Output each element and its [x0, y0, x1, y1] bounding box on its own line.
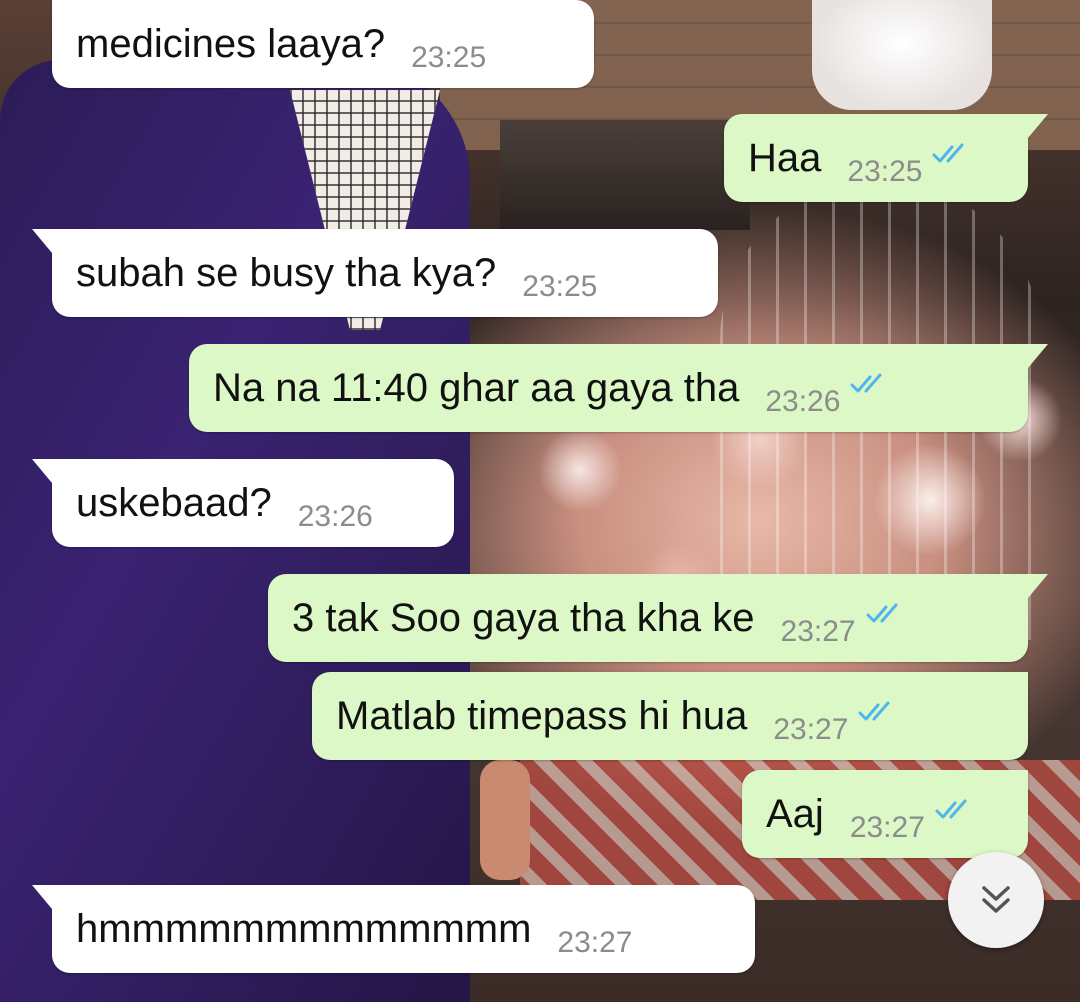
message-time: 23:27 [849, 811, 925, 844]
message-time: 23:26 [297, 500, 373, 533]
scroll-to-bottom-button[interactable] [948, 852, 1044, 948]
message-time: 23:25 [411, 41, 487, 74]
message-bubble-outgoing[interactable]: Na na 11:40 ghar aa gaya tha 23:26 [189, 344, 1048, 432]
message-bubble-outgoing[interactable]: 3 tak Soo gaya tha kha ke 23:27 [268, 574, 1048, 662]
message-time: 23:25 [847, 155, 923, 188]
message-bubble-incoming[interactable]: uskebaad? 23:26 [32, 459, 454, 547]
message-text: Aaj [766, 792, 824, 836]
double-chevron-down-icon [982, 886, 1010, 913]
wallpaper-vase [812, 0, 992, 110]
message-text: 3 tak Soo gaya tha kha ke [292, 596, 755, 640]
message-bubble-outgoing[interactable]: Haa 23:25 [724, 114, 1048, 202]
message-text: hmmmmmmmmmmmmm [76, 907, 532, 951]
message-bubble-incoming[interactable]: subah se busy tha kya? 23:25 [32, 229, 718, 317]
read-ticks-icon [858, 701, 890, 721]
wallpaper-shelf [500, 120, 750, 230]
message-text: subah se busy tha kya? [76, 251, 497, 295]
message-text: medicines laaya? [76, 22, 386, 66]
message-bubble-outgoing[interactable]: Matlab timepass hi hua 23:27 [312, 672, 1028, 760]
read-ticks-icon [850, 373, 882, 393]
message-text: Na na 11:40 ghar aa gaya tha [213, 366, 740, 410]
message-time: 23:25 [522, 270, 598, 303]
read-ticks-icon [932, 143, 964, 163]
message-time: 23:27 [780, 615, 856, 648]
message-bubble-incoming[interactable]: hmmmmmmmmmmmmm 23:27 [32, 885, 755, 973]
message-time: 23:27 [773, 713, 849, 746]
message-time: 23:27 [557, 926, 633, 959]
chat-screen: medicines laaya? 23:25 Haa 23:25 subah se … [0, 0, 1080, 1002]
message-text: uskebaad? [76, 481, 272, 525]
message-text: Matlab timepass hi hua [336, 694, 748, 738]
message-text: Haa [748, 136, 822, 180]
read-ticks-icon [866, 603, 898, 623]
message-time: 23:26 [765, 385, 841, 418]
message-bubble-outgoing[interactable]: Aaj 23:27 [742, 770, 1028, 858]
read-ticks-icon [935, 799, 967, 819]
message-bubble-incoming[interactable]: medicines laaya? 23:25 [52, 0, 594, 88]
wallpaper-hand [480, 760, 530, 880]
